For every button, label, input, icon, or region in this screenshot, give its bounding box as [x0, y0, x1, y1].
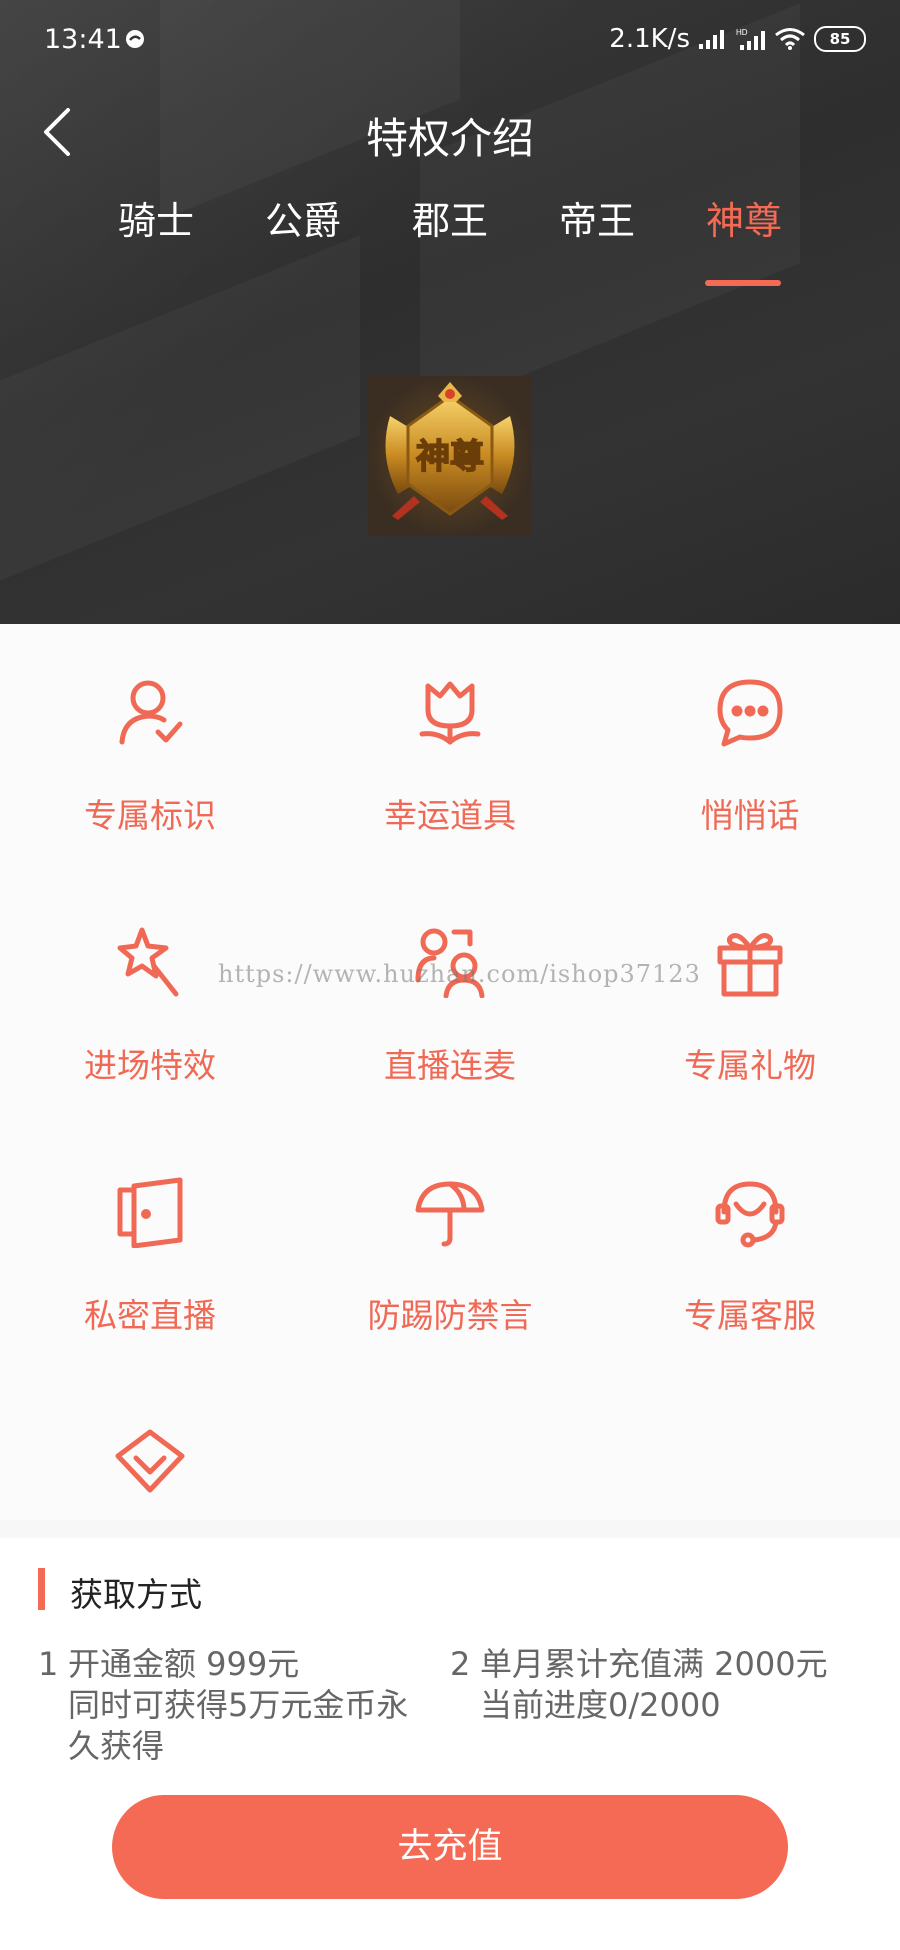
method-line: 同时可获得5万元金币永	[68, 1686, 409, 1724]
watermark: https://www.huzhan.com/ishop37123	[218, 960, 701, 988]
page-title: 特权介绍	[365, 114, 534, 163]
method-number: 2	[450, 1645, 471, 1683]
privilege-item[interactable]: 私密直播	[0, 1124, 300, 1374]
method-line: 久获得	[68, 1727, 165, 1765]
privilege-label: 私密直播	[84, 1296, 216, 1335]
chat-bubble-icon	[717, 679, 783, 747]
tab-knight[interactable]: 骑士	[96, 190, 216, 245]
section-marker	[38, 1568, 45, 1610]
user-check-icon	[119, 680, 183, 745]
net-speed: 2.1K/s	[609, 24, 690, 54]
wifi-icon	[775, 28, 805, 50]
tab-duke[interactable]: 公爵	[243, 190, 363, 245]
method-line: 单月累计充值满 2000元	[480, 1645, 828, 1683]
privilege-item[interactable]: 专属礼物	[600, 874, 900, 1124]
privilege-label: 幸运道具	[384, 796, 516, 835]
privilege-label: 防踢防禁言	[367, 1296, 533, 1335]
diamond-icon	[115, 1429, 185, 1493]
tab-bar: 骑士 公爵 郡王 帝王 神尊	[0, 190, 900, 290]
acquisition-title: 获取方式	[70, 1575, 202, 1614]
umbrella-icon	[415, 1181, 485, 1247]
gift-icon	[717, 933, 783, 997]
privilege-item[interactable]: 幸运道具	[300, 624, 600, 874]
method-line: 当前进度0/2000	[480, 1686, 721, 1724]
signal-hd-icon: HD	[736, 28, 765, 50]
tab-emperor[interactable]: 帝王	[537, 190, 657, 245]
status-bar: 13:41 2.1K/s HD 85	[0, 0, 900, 86]
privilege-item[interactable]: 悄悄话	[600, 624, 900, 874]
badge-text: 神尊	[416, 437, 484, 477]
active-tab-indicator	[705, 280, 781, 286]
privilege-item[interactable]: 防踢防禁言	[300, 1124, 600, 1374]
privilege-label: 专属客服	[684, 1296, 816, 1335]
privilege-label: 专属标识	[84, 796, 216, 835]
recharge-button[interactable]: 去充值	[112, 1795, 788, 1899]
method-number: 1	[38, 1645, 59, 1683]
privilege-label: 直播连麦	[384, 1046, 516, 1085]
method-line: 开通金额 999元	[68, 1645, 300, 1683]
tulip-icon	[419, 681, 481, 745]
privilege-label: 悄悄话	[700, 796, 800, 835]
bg-shard	[0, 235, 360, 605]
svg-text:HD: HD	[736, 28, 748, 37]
door-icon	[117, 1177, 183, 1248]
tab-god[interactable]: 神尊	[684, 190, 804, 245]
privilege-item[interactable]: 进场特效	[0, 874, 300, 1124]
privilege-item[interactable]	[0, 1374, 300, 1520]
privilege-item[interactable]: 专属标识	[0, 624, 300, 874]
battery-indicator: 85	[814, 26, 866, 52]
tab-prince[interactable]: 郡王	[390, 190, 510, 245]
status-time: 13:41	[44, 24, 122, 55]
privilege-grid: 专属标识 幸运道具 悄悄话 进场特效 直播连麦 专属礼物 私密直播 防踢防禁言 …	[0, 624, 900, 1520]
rank-badge: 神尊	[368, 376, 532, 536]
privilege-item[interactable]: 直播连麦	[300, 874, 600, 1124]
message-icon	[126, 30, 144, 48]
status-indicators: 2.1K/s HD 85	[609, 24, 866, 54]
privilege-label: 进场特效	[84, 1046, 216, 1085]
privilege-label: 专属礼物	[684, 1046, 816, 1085]
header: 13:41 2.1K/s HD 85 特权介绍 骑士 公爵 郡王 帝王 神尊 神…	[0, 0, 900, 624]
signal-icon	[699, 30, 724, 49]
magic-wand-icon	[117, 927, 179, 997]
privilege-item[interactable]: 专属客服	[600, 1124, 900, 1374]
headset-icon	[715, 1181, 785, 1248]
